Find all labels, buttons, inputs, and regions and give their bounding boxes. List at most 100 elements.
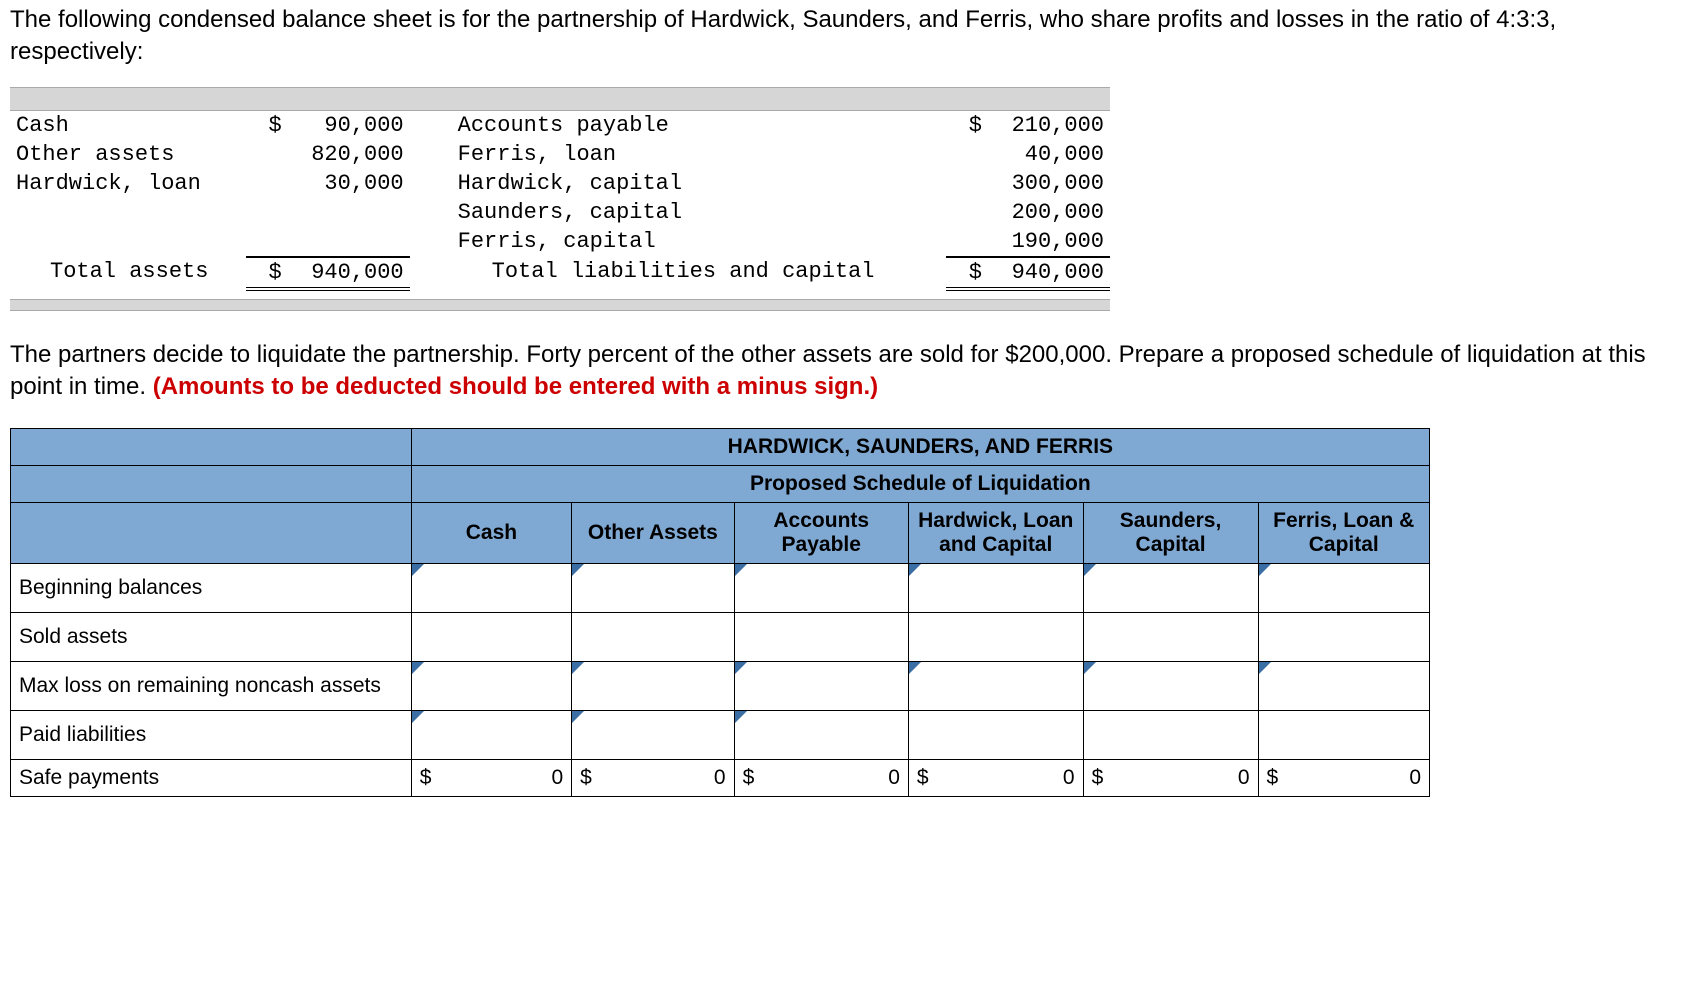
currency-sign: $	[1267, 766, 1279, 790]
balance-table: Cash $ 90,000 Accounts payable $ 210,000…	[10, 111, 1110, 291]
input-cell[interactable]	[1258, 661, 1429, 710]
liab-amount: 300,000	[988, 169, 1110, 198]
liab-amount: 40,000	[988, 140, 1110, 169]
liab-label: Ferris, loan	[452, 140, 946, 169]
currency-sign: $	[580, 766, 592, 790]
intro-text: The following condensed balance sheet is…	[10, 4, 1676, 69]
asset-label: Other assets	[10, 140, 246, 169]
total-assets-currency: $	[246, 257, 288, 289]
input-cell[interactable]	[1083, 563, 1258, 612]
instruction-text: The partners decide to liquidate the par…	[10, 339, 1676, 404]
safe-value: 0	[1238, 766, 1250, 790]
col-header-other-assets: Other Assets	[572, 502, 734, 563]
currency-sign: $	[743, 766, 755, 790]
table-row: Safe payments $0 $0 $0 $0 $0 $0	[11, 759, 1430, 796]
safe-payment-cell: $0	[1083, 759, 1258, 796]
liab-amount: 190,000	[988, 227, 1110, 257]
table-row: Paid liabilities	[11, 710, 1430, 759]
input-cell[interactable]	[1258, 710, 1429, 759]
safe-value: 0	[1063, 766, 1075, 790]
asset-currency	[246, 140, 288, 169]
balance-footer-bar	[10, 299, 1110, 311]
total-assets-amount: 940,000	[288, 257, 410, 289]
input-cell[interactable]	[411, 710, 571, 759]
schedule-title-2: Proposed Schedule of Liquidation	[411, 465, 1429, 502]
table-row: Beginning balances	[11, 563, 1430, 612]
row-paid-liabilities: Paid liabilities	[11, 710, 412, 759]
input-cell[interactable]	[411, 612, 571, 661]
safe-payment-cell: $0	[908, 759, 1083, 796]
dropdown-icon	[909, 662, 921, 674]
input-cell[interactable]	[908, 661, 1083, 710]
dropdown-icon	[1259, 662, 1271, 674]
table-row: Sold assets	[11, 612, 1430, 661]
schedule-table: HARDWICK, SAUNDERS, AND FERRIS Proposed …	[10, 428, 1430, 797]
currency-sign: $	[1092, 766, 1104, 790]
input-cell[interactable]	[572, 661, 734, 710]
instruction-warning: (Amounts to be deducted should be entere…	[153, 373, 878, 400]
liab-label: Accounts payable	[452, 111, 946, 140]
input-cell[interactable]	[1083, 710, 1258, 759]
liab-currency	[946, 227, 988, 257]
balance-header-bar	[10, 87, 1110, 111]
safe-payment-cell: $0	[572, 759, 734, 796]
input-cell[interactable]	[411, 563, 571, 612]
input-cell[interactable]	[908, 612, 1083, 661]
liab-label: Hardwick, capital	[452, 169, 946, 198]
liab-currency: $	[946, 111, 988, 140]
safe-value: 0	[1409, 766, 1421, 790]
schedule-title-1: HARDWICK, SAUNDERS, AND FERRIS	[411, 428, 1429, 465]
input-cell[interactable]	[734, 612, 908, 661]
schedule-blank-header	[11, 428, 412, 465]
asset-label: Hardwick, loan	[10, 169, 246, 198]
dropdown-icon	[412, 662, 424, 674]
input-cell[interactable]	[411, 661, 571, 710]
col-header-accounts-payable: Accounts Payable	[734, 502, 908, 563]
safe-value: 0	[714, 766, 726, 790]
dropdown-icon	[1259, 564, 1271, 576]
total-liab-currency: $	[946, 257, 988, 289]
row-safe-payments: Safe payments	[11, 759, 412, 796]
liab-amount: 200,000	[988, 198, 1110, 227]
schedule-blank-header	[11, 502, 412, 563]
row-sold-assets: Sold assets	[11, 612, 412, 661]
col-header-cash: Cash	[411, 502, 571, 563]
asset-amount: 30,000	[288, 169, 410, 198]
safe-payment-cell: $0	[734, 759, 908, 796]
dropdown-icon	[1084, 662, 1096, 674]
input-cell[interactable]	[1083, 661, 1258, 710]
input-cell[interactable]	[572, 563, 734, 612]
input-cell[interactable]	[734, 710, 908, 759]
input-cell[interactable]	[572, 612, 734, 661]
safe-value: 0	[888, 766, 900, 790]
asset-amount: 90,000	[288, 111, 410, 140]
input-cell[interactable]	[1258, 563, 1429, 612]
schedule-blank-header	[11, 465, 412, 502]
input-cell[interactable]	[572, 710, 734, 759]
col-header-hardwick: Hardwick, Loan and Capital	[908, 502, 1083, 563]
row-max-loss: Max loss on remaining noncash assets	[11, 661, 412, 710]
currency-sign: $	[917, 766, 929, 790]
total-liab-label: Total liabilities and capital	[452, 257, 946, 289]
input-cell[interactable]	[734, 661, 908, 710]
dropdown-icon	[572, 662, 584, 674]
dropdown-icon	[909, 564, 921, 576]
asset-label: Cash	[10, 111, 246, 140]
asset-amount: 820,000	[288, 140, 410, 169]
liab-amount: 210,000	[988, 111, 1110, 140]
liab-currency	[946, 198, 988, 227]
row-beginning-balances: Beginning balances	[11, 563, 412, 612]
dropdown-icon	[735, 711, 747, 723]
input-cell[interactable]	[908, 563, 1083, 612]
safe-value: 0	[551, 766, 563, 790]
input-cell[interactable]	[908, 710, 1083, 759]
liab-label: Saunders, capital	[452, 198, 946, 227]
asset-currency	[246, 169, 288, 198]
liab-label: Ferris, capital	[452, 227, 946, 257]
liab-currency	[946, 169, 988, 198]
input-cell[interactable]	[1258, 612, 1429, 661]
input-cell[interactable]	[734, 563, 908, 612]
input-cell[interactable]	[1083, 612, 1258, 661]
table-row: Max loss on remaining noncash assets	[11, 661, 1430, 710]
col-header-ferris: Ferris, Loan & Capital	[1258, 502, 1429, 563]
